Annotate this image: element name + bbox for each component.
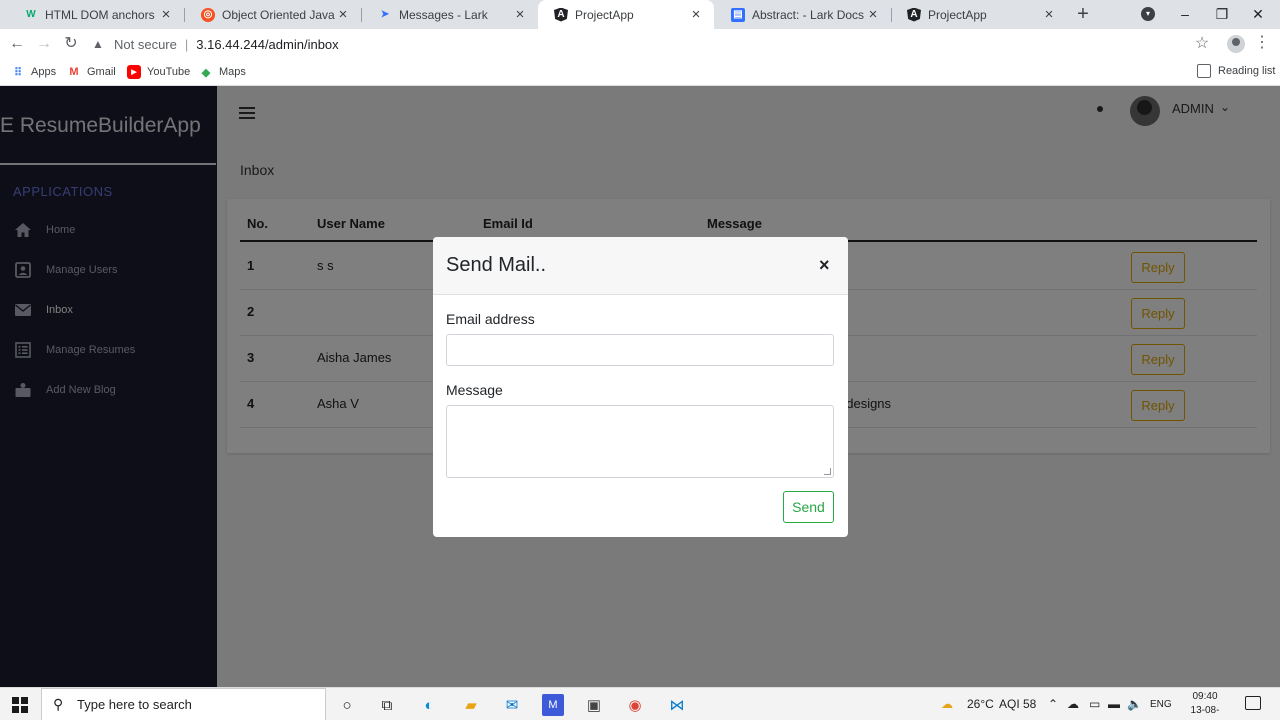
lark-icon: ➤ [380, 9, 390, 20]
maps-icon: ◆ [201, 66, 211, 79]
forward-icon[interactable]: → [33, 33, 55, 55]
youtube-icon: ▶ [127, 65, 141, 79]
bookmarks-bar: ⠿ Apps M Gmail ▶ YouTube ◆ Maps Reading … [0, 59, 1280, 86]
angular-icon: A [907, 7, 921, 22]
browser-tab[interactable]: ◎ Object Oriented JavaScripti × [185, 0, 361, 29]
language-indicator[interactable]: ENG [1150, 699, 1172, 710]
browser-tab-strip: W HTML DOM anchors Collecti × ◎ Object O… [0, 0, 1280, 29]
file-explorer-icon[interactable]: ▰ [460, 694, 482, 716]
network-icon[interactable]: ▭ [1089, 697, 1100, 711]
system-clock[interactable]: 09:40 13-08-2021 [1180, 690, 1230, 720]
profile-icon[interactable] [1227, 35, 1245, 53]
edge-icon[interactable]: ◐ [418, 694, 440, 716]
store-icon[interactable]: ▣ [583, 694, 605, 716]
weather-temperature[interactable]: 26°C [967, 697, 994, 711]
cortana-icon[interactable]: ○ [336, 694, 358, 716]
modal-title: Send Mail.. [446, 254, 547, 276]
message-label: Message [446, 382, 503, 398]
browser-toolbar: ← → ↻ ▲ Not secure | 3.16.44.244/admin/i… [0, 29, 1280, 59]
browser-tab[interactable]: ➤ Messages - Lark × [362, 0, 538, 29]
back-icon[interactable]: ← [6, 33, 28, 55]
bookmark-youtube[interactable]: ▶ YouTube [127, 64, 190, 80]
search-placeholder: Type here to search [77, 697, 192, 712]
close-tab-icon[interactable]: × [865, 6, 881, 23]
tab-title: HTML DOM anchors Collecti [45, 7, 158, 22]
clock-time: 09:40 [1192, 691, 1218, 702]
security-label: Not secure [114, 36, 177, 52]
browser-tab[interactable]: A ProjectApp × [891, 0, 1067, 29]
reading-list-icon [1197, 64, 1211, 78]
browser-tab-active[interactable]: A ProjectApp × [538, 0, 714, 29]
email-field[interactable] [446, 334, 834, 366]
angular-icon: A [554, 7, 568, 22]
tab-title: ProjectApp [575, 7, 634, 22]
browser-tab[interactable]: W HTML DOM anchors Collecti × [8, 0, 184, 29]
close-tab-icon[interactable]: × [335, 6, 351, 23]
send-mail-modal: Send Mail.. × Email address Message Send [433, 237, 848, 537]
tray-chevron-up-icon[interactable]: ⌃ [1048, 697, 1058, 711]
doc-icon: ▤ [731, 7, 745, 22]
volume-icon[interactable]: 🔈 [1127, 697, 1142, 711]
bookmark-gmail[interactable]: M Gmail [67, 64, 116, 80]
bookmark-label: Maps [219, 66, 246, 78]
url-separator: | [184, 36, 189, 52]
browser-menu-icon[interactable]: ⋮ [1254, 33, 1270, 53]
browser-tab[interactable]: ▤ Abstract: - Lark Docs × [715, 0, 891, 29]
reading-list-button[interactable]: Reading list [1197, 64, 1275, 78]
minimize-icon[interactable]: – [1173, 3, 1197, 25]
close-tab-icon[interactable]: × [158, 6, 174, 23]
orange-circle-icon: ◎ [201, 7, 215, 22]
weather-icon[interactable]: ☁ [941, 697, 953, 711]
address-bar[interactable]: ▲ Not secure | 3.16.44.244/admin/inbox [90, 32, 1220, 56]
clock-date: 13-08-2021 [1190, 705, 1220, 720]
reading-list-label: Reading list [1218, 65, 1276, 77]
restore-icon[interactable]: ❐ [1210, 3, 1234, 25]
w3schools-icon: W [26, 9, 36, 20]
reload-icon[interactable]: ↻ [60, 33, 82, 55]
windows-start-icon[interactable] [12, 697, 28, 713]
tab-title: ProjectApp [928, 7, 987, 22]
bookmark-star-icon[interactable]: ☆ [1193, 33, 1211, 53]
windows-taskbar: ⚲ Type here to search ○ ⧉ ◐ ▰ ✉ M ▣ ◉ ⋈ … [0, 687, 1280, 720]
close-tab-icon[interactable]: × [688, 6, 704, 23]
modal-header: Send Mail.. × [433, 237, 848, 295]
send-button[interactable]: Send [783, 491, 834, 523]
task-view-icon[interactable]: ⧉ [376, 694, 398, 716]
tab-title: Object Oriented JavaScripti [222, 7, 335, 22]
tab-search-icon[interactable]: ▾ [1141, 7, 1155, 21]
onedrive-icon[interactable]: ☁ [1067, 697, 1079, 711]
new-tab-button[interactable]: + [1072, 3, 1094, 25]
tab-title: Messages - Lark [399, 7, 488, 22]
gmail-icon: M [69, 66, 79, 78]
warning-icon[interactable]: ▲ [90, 37, 106, 51]
apps-grid-icon: ⠿ [13, 66, 23, 79]
vscode-icon[interactable]: ⋈ [666, 694, 688, 716]
bookmark-apps[interactable]: ⠿ Apps [11, 64, 56, 80]
tab-title: Abstract: - Lark Docs [752, 7, 865, 22]
mail-app-icon[interactable]: ✉ [501, 694, 523, 716]
message-textarea[interactable] [446, 405, 834, 478]
weather-aqi[interactable]: AQI 58 [999, 697, 1036, 711]
search-icon: ⚲ [53, 696, 64, 712]
taskbar-search-box[interactable]: ⚲ Type here to search [41, 688, 326, 720]
bookmark-label: Gmail [87, 66, 116, 78]
email-label: Email address [446, 311, 535, 327]
close-tab-icon[interactable]: × [512, 6, 528, 23]
url-text[interactable]: 3.16.44.244/admin/inbox [196, 37, 338, 52]
bookmark-label: YouTube [147, 66, 191, 78]
battery-icon[interactable]: ▬ [1108, 697, 1120, 711]
notification-center-icon[interactable] [1245, 696, 1261, 710]
window-close-icon[interactable]: ✕ [1246, 3, 1270, 25]
bookmark-label: Apps [31, 66, 57, 78]
chrome-icon[interactable]: ◉ [624, 694, 646, 716]
close-tab-icon[interactable]: × [1041, 6, 1057, 23]
bookmark-maps[interactable]: ◆ Maps [199, 64, 246, 80]
close-icon[interactable]: × [819, 255, 830, 276]
sketch-app-icon[interactable]: M [542, 694, 564, 716]
